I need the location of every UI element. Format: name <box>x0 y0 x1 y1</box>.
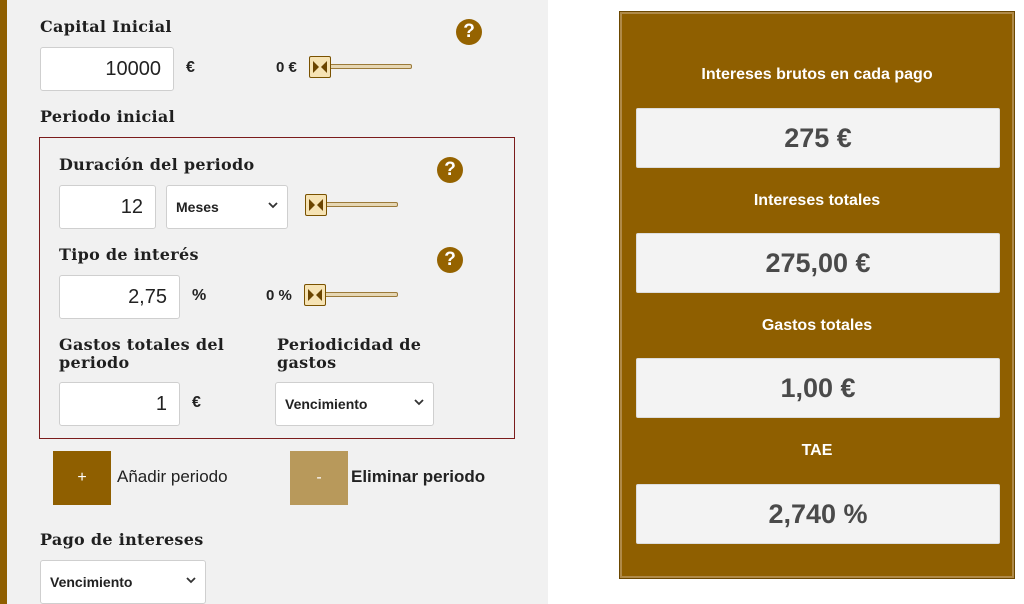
remove-period-button[interactable]: - <box>290 451 348 505</box>
duracion-unit-value: Meses <box>176 199 219 215</box>
periodicidad-label-line1: Periodicidad de <box>277 335 422 354</box>
pago-intereses-selected: Vencimiento <box>50 574 133 590</box>
tipo-interes-label: Tipo de interés <box>59 245 199 264</box>
intereses-totales-value: 275,00 € <box>636 233 1000 293</box>
tae-value: 2,740 % <box>636 484 1000 544</box>
periodicidad-select[interactable]: Vencimiento <box>275 382 434 426</box>
periodicidad-label-line2: gastos <box>277 353 337 372</box>
slider-arrows-icon <box>308 289 322 301</box>
gastos-label-line2: periodo <box>59 353 130 372</box>
pago-intereses-select[interactable]: Vencimiento <box>40 560 206 604</box>
tipo-interes-slider-label: 0 % <box>266 287 292 304</box>
intereses-brutos-title: Intereses brutos en cada pago <box>701 66 933 83</box>
duracion-input[interactable]: 12 <box>59 185 156 229</box>
slider-arrows-icon <box>309 199 323 211</box>
duracion-help-icon[interactable]: ? <box>437 157 463 183</box>
chevron-down-icon <box>268 202 278 209</box>
pago-intereses-label: Pago de intereses <box>40 530 204 549</box>
capital-slider-thumb[interactable] <box>309 56 331 78</box>
tipo-interes-help-icon[interactable]: ? <box>437 247 463 273</box>
tipo-interes-slider-thumb[interactable] <box>304 284 326 306</box>
tae-title: TAE <box>801 442 833 459</box>
tipo-interes-input[interactable]: 2,75 <box>59 275 180 319</box>
add-period-label[interactable]: Añadir periodo <box>117 467 228 487</box>
capital-label: Capital Inicial <box>40 17 172 36</box>
periodicidad-selected: Vencimiento <box>285 396 368 412</box>
gastos-totales-title: Gastos totales <box>761 317 873 334</box>
duracion-slider-thumb[interactable] <box>305 194 327 216</box>
results-panel: Intereses brutos en cada pago 275 € Inte… <box>620 12 1014 578</box>
capital-help-icon[interactable]: ? <box>456 19 482 45</box>
gastos-label-line1: Gastos totales del <box>59 335 225 354</box>
capital-slider-track[interactable] <box>325 64 412 69</box>
duracion-label: Duración del periodo <box>59 155 255 174</box>
duracion-unit-select[interactable]: Meses <box>166 185 288 229</box>
remove-period-label[interactable]: Eliminar periodo <box>351 467 485 487</box>
intereses-totales-title: Intereses totales <box>753 192 881 209</box>
gastos-input[interactable]: 1 <box>59 382 180 426</box>
gastos-unit: € <box>192 394 201 411</box>
slider-arrows-icon <box>313 61 327 73</box>
tipo-interes-unit: % <box>192 287 207 304</box>
chevron-down-icon <box>414 399 424 406</box>
add-period-button[interactable]: + <box>53 451 111 505</box>
intereses-brutos-value: 275 € <box>636 108 1000 168</box>
periodo-inicial-label: Periodo inicial <box>40 107 175 126</box>
gastos-totales-value: 1,00 € <box>636 358 1000 418</box>
capital-slider-label: 0 € <box>276 59 297 76</box>
chevron-down-icon <box>186 577 196 584</box>
capital-input[interactable]: 10000 <box>40 47 174 91</box>
capital-unit: € <box>186 59 195 76</box>
